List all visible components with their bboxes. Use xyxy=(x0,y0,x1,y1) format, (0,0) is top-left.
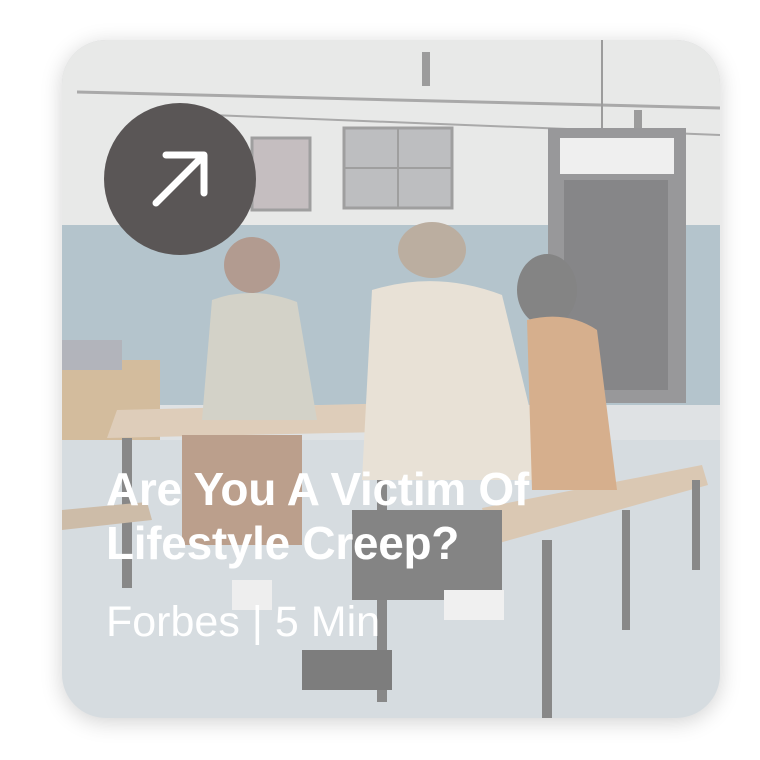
article-card[interactable]: Are You A Victim Of Lifestyle Creep? For… xyxy=(62,40,720,718)
article-source: Forbes xyxy=(106,598,240,646)
article-read-time: 5 Min xyxy=(274,598,381,646)
meta-separator: | xyxy=(251,598,263,646)
open-article-button[interactable] xyxy=(104,103,256,255)
article-title[interactable]: Are You A Victim Of Lifestyle Creep? xyxy=(106,462,706,570)
arrow-up-right-icon xyxy=(152,151,208,207)
article-meta: Forbes | 5 Min xyxy=(106,596,380,648)
